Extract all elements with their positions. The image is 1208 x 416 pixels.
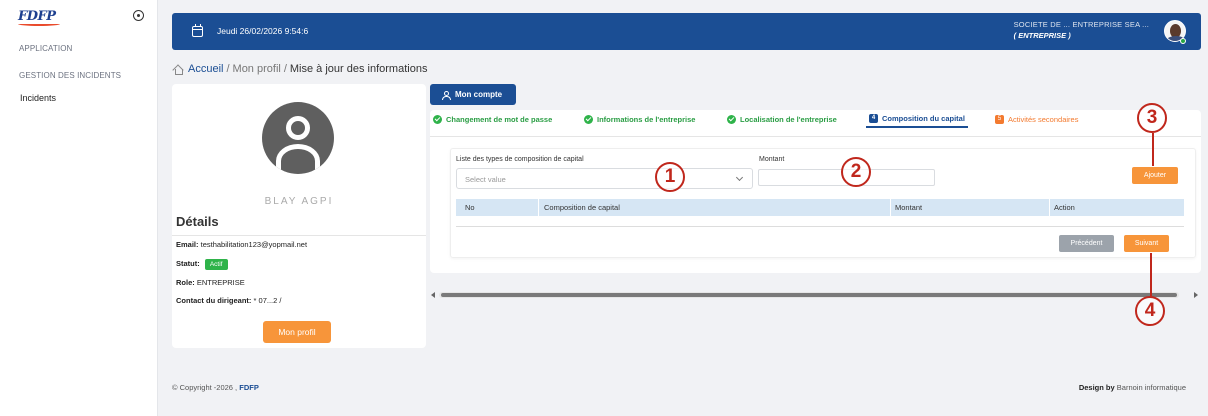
type-composition-select[interactable]: Select value: [456, 168, 753, 189]
detail-contact: Contact du dirigeant: * 07...2 /: [176, 296, 281, 305]
tab-label: Localisation de l'entreprise: [740, 114, 837, 124]
tabs-divider: [430, 136, 1201, 137]
detail-email: Email: testhabilitation123@yopmail.net: [176, 240, 307, 249]
annotation-pointer-4: [1150, 253, 1152, 296]
main-panel: Changement de mot de passe Informations …: [430, 110, 1201, 273]
header-company-name: SOCIETE DE ... ENTREPRISE SEA ...: [1013, 20, 1149, 29]
statut-label: Statut:: [176, 259, 200, 268]
sidebar-toggle-icon[interactable]: [133, 10, 144, 21]
logo-swoosh: [18, 22, 60, 26]
breadcrumb-home[interactable]: Accueil: [188, 63, 223, 75]
column-header: No: [465, 203, 475, 212]
sidebar-item-incidents[interactable]: Incidents: [20, 93, 56, 103]
contact-value: * 07...2 /: [253, 296, 282, 305]
annotation-marker-2: 2: [841, 157, 871, 187]
footer-copyright: © Copyright -2026 , FDFP: [172, 383, 259, 392]
chevron-down-icon: [735, 173, 744, 182]
type-composition-label: Liste des types de composition de capita…: [456, 156, 584, 163]
header-user-info[interactable]: SOCIETE DE ... ENTREPRISE SEA ... ( ENTR…: [1014, 19, 1149, 41]
column-separator: [1049, 199, 1050, 216]
profile-avatar-icon: [262, 102, 334, 174]
column-header: Composition de capital: [544, 203, 620, 212]
avatar-head: [286, 116, 310, 140]
column-separator: [538, 199, 539, 216]
mon-profil-button[interactable]: Mon profil: [263, 321, 331, 343]
tab-label: Changement de mot de passe: [446, 114, 553, 124]
copyright-text: © Copyright -2026 ,: [172, 383, 238, 392]
tab-informations-entreprise[interactable]: Informations de l'entreprise: [584, 110, 695, 128]
column-header: Montant: [895, 203, 923, 212]
details-divider: [172, 235, 426, 236]
tab-label: Activités secondaires: [1008, 114, 1079, 124]
ajouter-button[interactable]: Ajouter: [1132, 167, 1178, 184]
breadcrumb-profile[interactable]: Mon profil: [233, 63, 281, 75]
suivant-button[interactable]: Suivant: [1124, 235, 1169, 252]
sidebar: FDFP APPLICATION GESTION DES INCIDENTS I…: [0, 0, 158, 416]
sidebar-section-application: APPLICATION: [19, 44, 73, 53]
contact-label: Contact du dirigeant:: [176, 296, 252, 305]
footer-credits: Design by Barnoin informatique: [1079, 383, 1186, 392]
column-header: Action: [1054, 203, 1075, 212]
home-icon[interactable]: [173, 65, 183, 75]
column-separator: [890, 199, 891, 216]
annotation-pointer-3: [1152, 133, 1154, 166]
top-header: Jeudi 26/02/2026 9:54:6 SOCIETE DE ... E…: [172, 13, 1201, 50]
step-number-icon: 5: [995, 114, 1004, 124]
tab-composition-capital[interactable]: 4 Composition du capital: [866, 110, 968, 128]
tab-label: Informations de l'entreprise: [597, 114, 696, 124]
annotation-marker-4: 4: [1135, 296, 1165, 326]
montant-label: Montant: [759, 156, 785, 163]
detail-statut: Statut: Actif: [176, 259, 228, 270]
breadcrumb-current: Mise à jour des informations: [289, 63, 428, 75]
check-icon: [433, 114, 442, 124]
step-number-icon: 4: [869, 113, 878, 123]
designer-name: Barnoin informatique: [1116, 383, 1186, 392]
tab-activites-secondaires[interactable]: 5 Activités secondaires: [995, 110, 1078, 128]
capital-form-card: Liste des types de composition de capita…: [450, 148, 1196, 258]
precedent-button[interactable]: Précédent: [1059, 235, 1114, 252]
design-by-label: Design by: [1078, 383, 1115, 392]
email-label: Email:: [176, 240, 199, 249]
online-status-icon: [1180, 38, 1186, 44]
breadcrumb-separator: /: [226, 63, 230, 75]
detail-role: Role: ENTREPRISE: [176, 278, 245, 287]
calendar-icon: [192, 24, 203, 37]
tab-localisation-entreprise[interactable]: Localisation de l'entreprise: [727, 110, 837, 128]
tab-label: Composition du capital: [882, 113, 965, 123]
annotation-marker-1: 1: [655, 162, 685, 192]
check-icon: [584, 114, 593, 124]
sidebar-section-incidents: GESTION DES INCIDENTS: [19, 71, 122, 80]
profile-card: BLAY AGPI Détails Email: testhabilitatio…: [172, 84, 426, 348]
status-badge: Actif: [204, 259, 228, 270]
horizontal-scrollbar-thumb[interactable]: [441, 293, 1177, 297]
select-placeholder: Select value: [465, 175, 506, 184]
breadcrumb-separator: /: [283, 63, 287, 75]
header-date: Jeudi 26/02/2026 9:54:6: [217, 26, 309, 36]
scroll-right-arrow-icon[interactable]: [1194, 292, 1198, 298]
avatar-body: [276, 144, 320, 174]
role-label: Role:: [176, 278, 195, 287]
table-header: No Composition de capital Montant Action: [456, 199, 1184, 216]
profile-name: BLAY AGPI: [264, 196, 334, 207]
role-value: ENTREPRISE: [196, 278, 245, 287]
mon-compte-button[interactable]: Mon compte: [430, 84, 516, 105]
mon-compte-label: Mon compte: [455, 90, 503, 99]
details-title: Détails: [176, 214, 219, 229]
fdfp-logo[interactable]: FDFP: [18, 9, 60, 26]
table-body-divider: [456, 226, 1184, 227]
annotation-marker-3: 3: [1137, 103, 1167, 133]
scroll-left-arrow-icon[interactable]: [431, 292, 435, 298]
check-icon: [727, 114, 736, 124]
header-user-role: ( ENTREPRISE ): [1013, 31, 1071, 40]
user-icon: [442, 90, 451, 100]
footer-brand-link[interactable]: FDFP: [239, 383, 259, 392]
breadcrumb: Accueil / Mon profil / Mise à jour des i…: [173, 63, 427, 75]
email-value: testhabilitation123@yopmail.net: [200, 240, 308, 249]
tab-changement-mot-de-passe[interactable]: Changement de mot de passe: [433, 110, 552, 128]
